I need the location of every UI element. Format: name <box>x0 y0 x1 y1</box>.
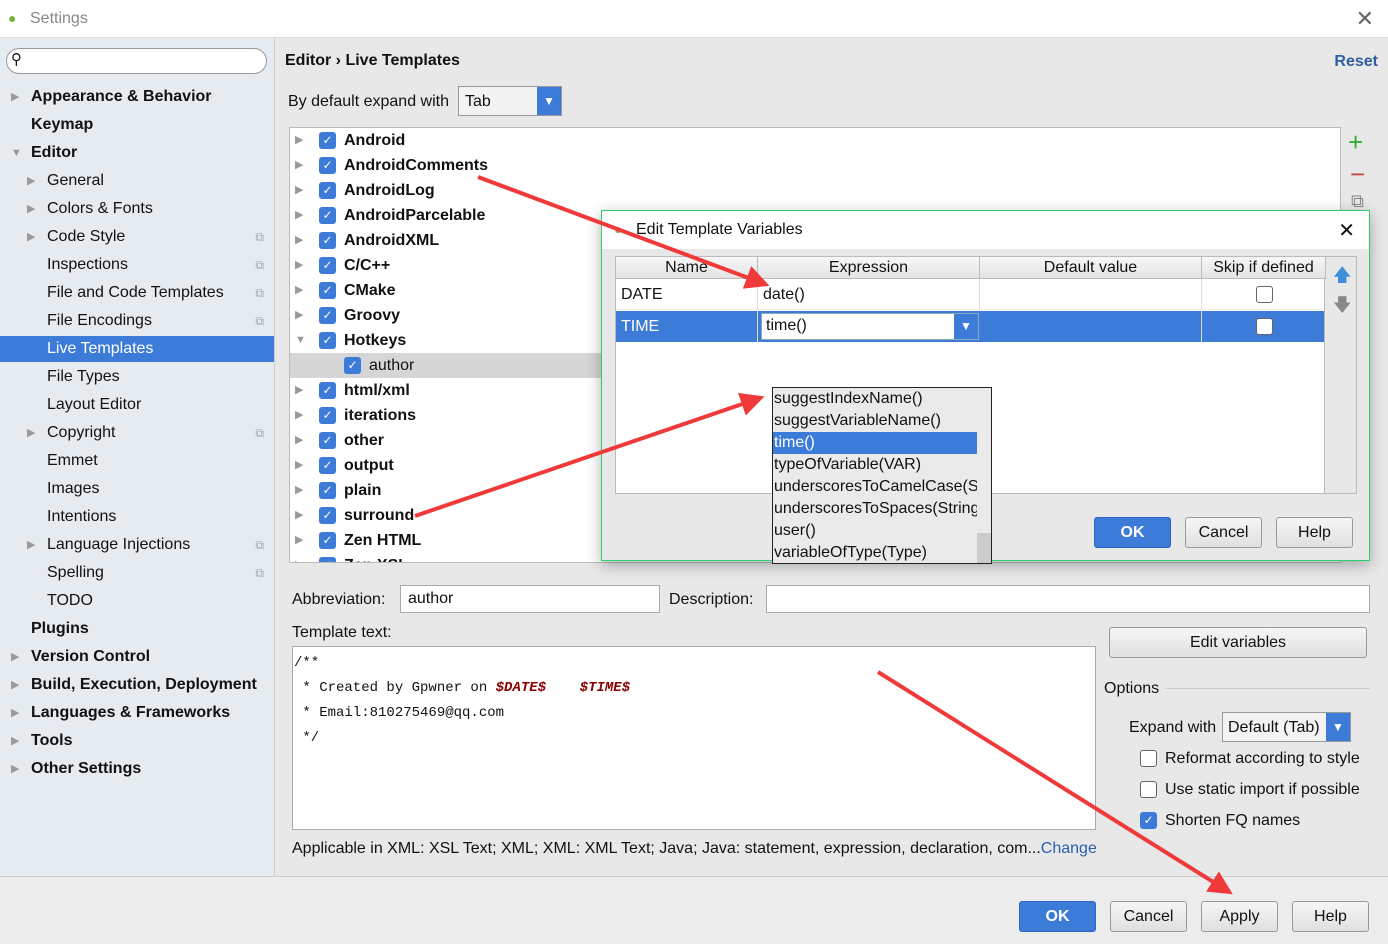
annotation-arrow <box>477 175 770 289</box>
annotation-arrows <box>414 175 1233 895</box>
annotation-arrow <box>876 670 1233 895</box>
annotation-arrow <box>414 392 765 518</box>
